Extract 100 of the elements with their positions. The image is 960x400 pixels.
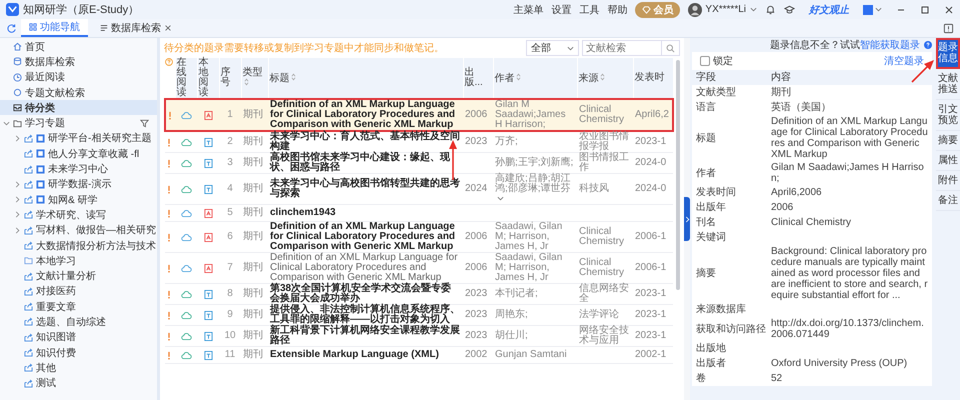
menu-item[interactable]: 主菜单 xyxy=(513,2,544,16)
sidebar-item[interactable]: 重要文章 xyxy=(0,299,157,314)
sidebar-item[interactable]: 数据库检索 xyxy=(0,54,157,70)
table-cell: 3 xyxy=(219,152,241,174)
side-tab[interactable]: 属性 xyxy=(936,151,960,171)
exclamation-icon xyxy=(167,158,171,168)
sidebar-item[interactable]: 研学数据-演示 xyxy=(0,176,157,192)
menu-item[interactable]: 设置 xyxy=(551,2,572,16)
caret-icon[interactable] xyxy=(14,226,21,234)
document-icon[interactable] xyxy=(202,290,214,298)
field-name: 出版者 xyxy=(696,358,727,369)
cloud-icon[interactable] xyxy=(180,184,192,194)
user-menu[interactable]: YX*****Li xyxy=(705,4,757,15)
table-cell: Gilan M Saadawi;James H Harrison; xyxy=(493,99,577,131)
search-button[interactable] xyxy=(662,40,680,56)
pdf-file-icon[interactable] xyxy=(202,232,214,242)
pdf-file-icon[interactable] xyxy=(202,110,214,120)
sidebar-item[interactable]: 知网& 研学 xyxy=(0,192,157,208)
close-icon[interactable] xyxy=(944,4,954,14)
table-cell: 期刊 xyxy=(241,152,268,174)
search-field[interactable]: 文献检索 xyxy=(582,40,662,56)
cloud-icon[interactable] xyxy=(180,208,192,218)
document-icon[interactable] xyxy=(202,310,214,320)
pdf-file-icon[interactable] xyxy=(202,208,214,218)
clear-link[interactable]: 清空题录 xyxy=(884,54,924,68)
help-icon[interactable] xyxy=(165,58,173,66)
sidebar-item[interactable]: 专题文献检索 xyxy=(0,84,157,100)
sidebar-item[interactable]: 知识付费 xyxy=(0,344,157,360)
cloud-icon[interactable] xyxy=(180,332,192,340)
theme-button[interactable] xyxy=(863,4,882,14)
sidebar-item[interactable]: 他人分享文章收藏 -fl xyxy=(0,146,157,162)
help-icon[interactable] xyxy=(924,41,932,49)
side-tab[interactable]: 摘要 xyxy=(936,131,960,151)
sidebar-item[interactable]: 知识图谱 xyxy=(0,330,157,345)
side-tab[interactable]: 文献推送 xyxy=(936,69,960,100)
caret-icon[interactable] xyxy=(14,180,21,188)
expand-caret-icon[interactable] xyxy=(497,196,504,201)
fetch-link[interactable]: 智能获取题录 xyxy=(860,38,920,52)
side-tab[interactable]: 引文预览 xyxy=(936,100,960,131)
cloud-icon[interactable] xyxy=(180,310,192,320)
sidebar-item[interactable]: 待分类 xyxy=(0,100,157,116)
sidebar-item[interactable]: 研学平台-相关研究主题 xyxy=(0,130,157,146)
document-icon[interactable] xyxy=(202,158,214,168)
menu-item[interactable]: 帮助 xyxy=(607,2,628,16)
table-cell: 2 xyxy=(219,131,241,152)
tab[interactable]: 功能导航 xyxy=(21,19,88,37)
sidebar-item[interactable]: 大数据情报分析方法与技术 xyxy=(0,238,157,254)
refresh-icon[interactable] xyxy=(6,22,17,34)
document-icon[interactable] xyxy=(202,350,214,360)
cloud-icon[interactable] xyxy=(180,290,192,298)
cloud-icon[interactable] xyxy=(180,264,192,272)
filter-select[interactable]: 全部 xyxy=(526,40,579,56)
table-row[interactable]: 1 期刊 Definition of an XML Markup Language for Clinical Laboratory Procedures and Comparison with Generic XML Markup 2006 Gilan M Saadawi;James H Harrison; Clinical Chemistry April6,2 xyxy=(165,99,673,131)
sidebar-item[interactable]: 文献计量分析 xyxy=(0,268,157,284)
table-cell: 期刊 xyxy=(241,131,268,152)
table-row[interactable]: 5 期刊 clinchem1943 xyxy=(165,204,673,222)
table-row[interactable]: 7 期刊 Definition of an XML Markup Language for Clinical Laboratory Procedures and Comparison with Generic XML Markup 2006 Saadawi, Gilan M; Harrison, James H, Jr Clinical Chemistry 2006-1 xyxy=(165,252,673,284)
cloud-icon[interactable] xyxy=(180,232,192,242)
bell-icon[interactable] xyxy=(765,4,776,15)
document-icon[interactable] xyxy=(202,332,214,340)
sidebar-item[interactable]: 选题、自动综述 xyxy=(0,314,157,330)
sidebar-item[interactable]: 对接医药 xyxy=(0,284,157,300)
cloud-icon[interactable] xyxy=(180,350,192,360)
sidebar-item[interactable]: 首页 xyxy=(0,39,157,54)
shared-folder-icon xyxy=(24,332,33,342)
column-header[interactable]: 类型 xyxy=(241,58,268,99)
tab[interactable]: 数据库检索 xyxy=(92,19,180,37)
graduation-cap-icon[interactable] xyxy=(784,4,795,15)
close-icon[interactable] xyxy=(164,24,172,32)
column-header[interactable]: 作者 xyxy=(493,58,577,99)
sidebar-item[interactable]: 最近阅读 xyxy=(0,70,157,85)
sidebar-item[interactable]: 学术研究、读写 xyxy=(0,207,157,223)
sidebar-item[interactable]: 测试 xyxy=(0,376,157,391)
brand-link[interactable]: 好文观止 xyxy=(809,2,849,16)
shared-folder-icon xyxy=(24,363,33,372)
cloud-icon[interactable] xyxy=(180,138,192,146)
side-tab[interactable]: 题录信息 xyxy=(936,38,960,69)
document-icon[interactable] xyxy=(202,138,214,146)
info-box-icon[interactable] xyxy=(943,22,954,34)
collapse-handle[interactable] xyxy=(684,197,690,241)
table-row[interactable]: 6 期刊 Definition of an XML Markup Language for Clinical Laboratory Procedures and Comparison with Generic XML Markup 2006 Saadawi, Gilan M; Harrison, James H, Jr Clinical Chemistry 2006-1 xyxy=(165,222,673,252)
maximize-icon[interactable] xyxy=(920,4,930,14)
menu-item[interactable]: 工具 xyxy=(579,2,600,16)
sidebar-item[interactable]: 本地学习 xyxy=(0,253,157,268)
side-tab[interactable]: 附件 xyxy=(936,171,960,191)
table-row[interactable]: 11 期刊 Extensible Markup Language (XML) 2002 Gunjan Samtani 2002-1 xyxy=(165,346,673,364)
cloud-icon[interactable] xyxy=(180,110,192,120)
filter-icon[interactable] xyxy=(140,119,149,128)
document-icon[interactable] xyxy=(202,184,214,194)
cloud-icon[interactable] xyxy=(180,158,192,168)
scrollbar[interactable] xyxy=(676,60,680,290)
sidebar-item[interactable]: 写材料、做报告—相关研究 xyxy=(0,222,157,238)
sidebar-item[interactable]: 其他 xyxy=(0,360,157,376)
sidebar-item[interactable]: 未来学习中心 xyxy=(0,161,157,177)
lock-checkbox[interactable]: 锁定 xyxy=(700,54,733,68)
sidebar-item[interactable]: 学习专题 xyxy=(0,115,157,131)
column-header[interactable]: 标题 xyxy=(268,58,463,99)
pdf-file-icon[interactable] xyxy=(202,264,214,272)
side-tab[interactable]: 备注 xyxy=(936,191,960,211)
column-header[interactable]: 来源 xyxy=(577,58,633,99)
